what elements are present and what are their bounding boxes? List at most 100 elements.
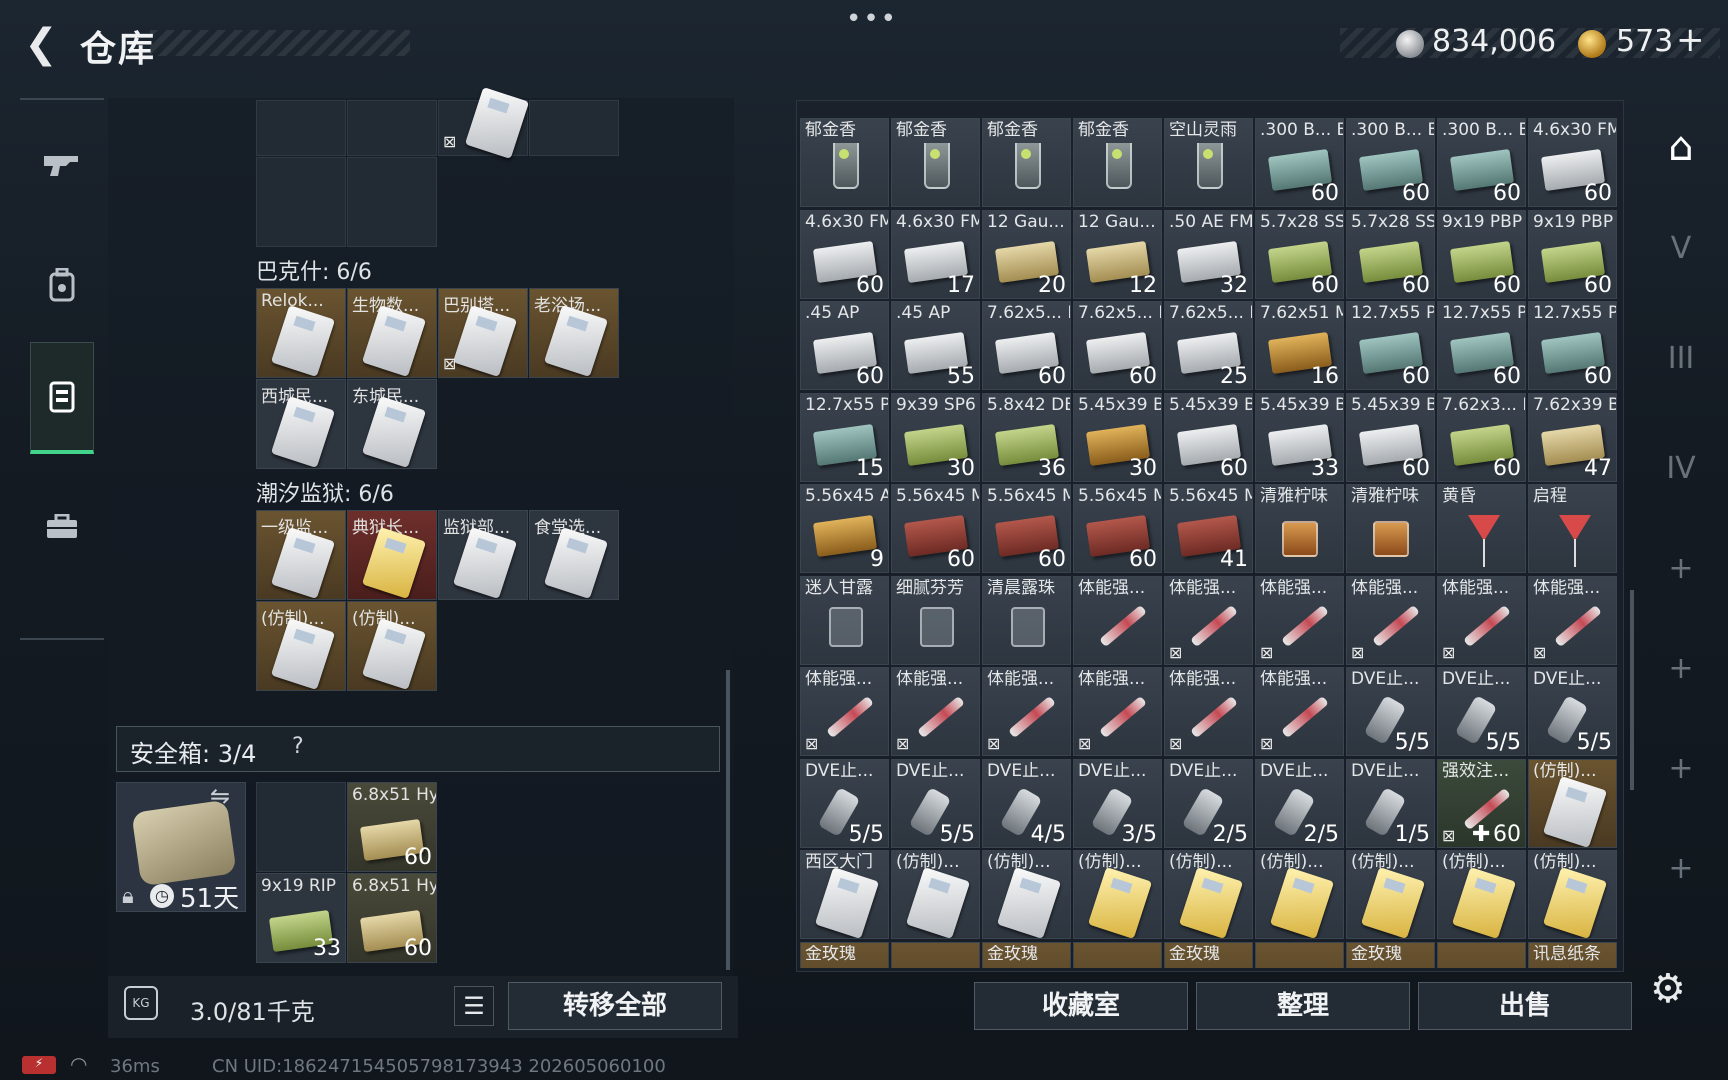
warehouse-item[interactable]: 5.56x45 M855A1 60 <box>1073 484 1162 573</box>
safebox-item[interactable]: 6.8x51 Hybrid 60 <box>347 873 437 963</box>
keycard-item[interactable]: 典狱长... <box>347 510 437 600</box>
warehouse-item[interactable]: DVE止... 5/5 <box>800 758 889 848</box>
warehouse-item[interactable]: 5.56x45 M855A1 60 <box>982 484 1071 573</box>
warehouse-item[interactable]: .50 AE FMJ 32 <box>1164 209 1253 299</box>
keycard-item[interactable]: 巴别塔...⊠ <box>438 288 528 378</box>
warehouse-item[interactable]: 12 Gau... AP-20 12 <box>1073 209 1162 299</box>
swap-icon[interactable]: ⇋ <box>210 782 230 810</box>
warehouse-item[interactable]: 12.7x55 PD12 60 <box>1528 301 1617 390</box>
warehouse-item[interactable]: 体能强... ⊠ <box>1528 575 1617 665</box>
warehouse-item[interactable]: .300 B... BCP FMJ 60 <box>1346 118 1435 207</box>
add-gold-button[interactable]: + <box>1676 20 1705 60</box>
warehouse-item[interactable] <box>1437 941 1526 968</box>
warehouse-item[interactable]: 体能强... ⊠ <box>1437 575 1526 665</box>
warehouse-item[interactable]: 5.8x42 DBP10 36 <box>982 392 1071 482</box>
warehouse-item[interactable]: 5.45x39 BT 60 <box>1164 392 1253 482</box>
warehouse-item[interactable]: 5.56x45 M855A1 41 <box>1164 484 1253 573</box>
warehouse-item[interactable]: 体能强... <box>1073 575 1162 665</box>
warehouse-item[interactable] <box>1073 941 1162 968</box>
warehouse-item[interactable]: DVE止... 5/5 <box>891 758 980 848</box>
warehouse-item[interactable]: 5.45x39 BT gs 30 <box>1073 392 1162 482</box>
warehouse-item[interactable]: 12 Gau... AP-20 20 <box>982 209 1071 299</box>
warehouse-item[interactable]: .45 AP 60 <box>800 301 889 390</box>
warehouse-item[interactable]: 5.7x28 SS190 60 <box>1255 209 1344 299</box>
warehouse-item[interactable]: 5.45x39 BT 33 <box>1255 392 1344 482</box>
warehouse-item[interactable]: (仿制)... <box>1073 850 1162 939</box>
warehouse-item[interactable]: 金玫瑰 <box>800 941 889 968</box>
warehouse-item[interactable]: 体能强... ⊠ <box>891 667 980 756</box>
warehouse-item[interactable]: 体能强... ⊠ <box>1255 667 1344 756</box>
sort-button[interactable]: 整理 <box>1196 982 1410 1030</box>
warehouse-item[interactable]: 细腻芬芳 <box>891 575 980 665</box>
warehouse-item[interactable]: 西区大门 <box>800 850 889 939</box>
warehouse-item[interactable]: 金玫瑰 <box>1346 941 1435 968</box>
warehouse-item[interactable]: 7.62x5... LPS 25 <box>1164 301 1253 390</box>
tier-iii-icon[interactable]: III <box>1648 326 1714 392</box>
keycard-item[interactable]: 食堂选... <box>529 510 619 600</box>
keycard-item[interactable]: 一级监... <box>256 510 346 600</box>
left-scrollbar[interactable] <box>726 670 730 970</box>
warehouse-scrollbar[interactable] <box>1630 590 1634 790</box>
warehouse-item[interactable]: 清雅柠味 <box>1346 484 1435 573</box>
more-menu-icon[interactable]: ••• <box>846 4 898 34</box>
warehouse-item[interactable]: 体能强... ⊠ <box>1073 667 1162 756</box>
tier-iv-icon[interactable]: IV <box>1648 436 1714 502</box>
warehouse-item[interactable]: 黄昏 <box>1437 484 1526 573</box>
collection-room-button[interactable]: 收藏室 <box>974 982 1188 1030</box>
warehouse-item[interactable]: 5.45x39 BT FP 60 <box>1346 392 1435 482</box>
warehouse-item[interactable]: DVE止... 5/5 <box>1346 667 1435 756</box>
list-view-button[interactable]: ☰ <box>454 986 494 1026</box>
empty-slot[interactable] <box>347 157 437 247</box>
empty-slot[interactable] <box>256 782 346 872</box>
warehouse-item[interactable]: 空山灵雨 <box>1164 118 1253 207</box>
warehouse-item[interactable]: (仿制)... <box>1346 850 1435 939</box>
add-icon-3[interactable]: + <box>1648 736 1714 802</box>
keycard-item[interactable]: 监狱部... <box>438 510 528 600</box>
warehouse-item[interactable]: DVE止... 2/5 <box>1164 758 1253 848</box>
warehouse-item[interactable] <box>1255 941 1344 968</box>
warehouse-item[interactable]: 12.7x55 PD12 60 <box>1437 301 1526 390</box>
warehouse-item[interactable]: 清雅柠味 <box>1255 484 1344 573</box>
warehouse-item[interactable]: 5.56x45 M855A1 60 <box>891 484 980 573</box>
warehouse-item[interactable]: 4.6x30 FMJ SX 60 <box>1528 118 1617 207</box>
tier-v-icon[interactable]: V <box>1648 216 1714 282</box>
warehouse-item[interactable]: (仿制)... <box>1437 850 1526 939</box>
transfer-all-button[interactable]: 转移全部 <box>508 982 722 1030</box>
warehouse-item[interactable]: 5.56x45 APC 9 <box>800 484 889 573</box>
warehouse-item[interactable] <box>891 941 980 968</box>
empty-slot[interactable] <box>347 100 437 156</box>
warehouse-item[interactable]: DVE止... 5/5 <box>1528 667 1617 756</box>
warehouse-item[interactable]: 7.62x5... LPS 60 <box>1073 301 1162 390</box>
keycard-item[interactable]: 东城民... <box>347 379 437 469</box>
warehouse-item[interactable]: 体能强... ⊠ <box>1255 575 1344 665</box>
warehouse-item[interactable]: DVE止... 5/5 <box>1437 667 1526 756</box>
warehouse-item[interactable]: 郁金香 <box>891 118 980 207</box>
warehouse-item[interactable]: .300 B... BCP FMJ 60 <box>1255 118 1344 207</box>
toolbox-icon[interactable] <box>30 472 94 582</box>
warehouse-item[interactable]: 郁金香 <box>800 118 889 207</box>
warehouse-item[interactable]: .45 AP 55 <box>891 301 980 390</box>
add-icon-4[interactable]: + <box>1648 836 1714 902</box>
warehouse-item[interactable]: 体能强... ⊠ <box>1346 575 1435 665</box>
item-slot[interactable]: ⊠ <box>438 87 530 159</box>
warehouse-item[interactable]: 金玫瑰 <box>982 941 1071 968</box>
warehouse-item[interactable]: (仿制)... <box>1528 850 1617 939</box>
warehouse-item[interactable]: 强效注... ⊠ ✚ 60 <box>1437 758 1526 848</box>
warehouse-item[interactable]: 郁金香 <box>982 118 1071 207</box>
empty-slot[interactable] <box>256 157 346 247</box>
warehouse-item[interactable]: DVE止... 3/5 <box>1073 758 1162 848</box>
warehouse-item[interactable]: 体能强... ⊠ <box>982 667 1071 756</box>
warehouse-item[interactable]: (仿制)... <box>1255 850 1344 939</box>
warehouse-item[interactable]: 7.62x39 BP 47 <box>1528 392 1617 482</box>
help-icon[interactable]: ? <box>292 734 304 759</box>
back-button[interactable]: ❮ <box>18 22 64 68</box>
warehouse-item[interactable]: 7.62x3... BP SUB 60 <box>1437 392 1526 482</box>
keycard-item[interactable]: (仿制)... <box>347 601 437 691</box>
warehouse-item[interactable]: 9x39 SP6 30 <box>891 392 980 482</box>
backpack-icon[interactable] <box>30 230 94 340</box>
settings-gear-icon[interactable]: ⚙ <box>1650 966 1686 1012</box>
warehouse-item[interactable]: 12.7x55 PD12 15 <box>800 392 889 482</box>
warehouse-item[interactable]: (仿制)... <box>982 850 1071 939</box>
warehouse-item[interactable]: (仿制)... <box>1164 850 1253 939</box>
warehouse-item[interactable]: (仿制)... <box>1528 758 1617 848</box>
